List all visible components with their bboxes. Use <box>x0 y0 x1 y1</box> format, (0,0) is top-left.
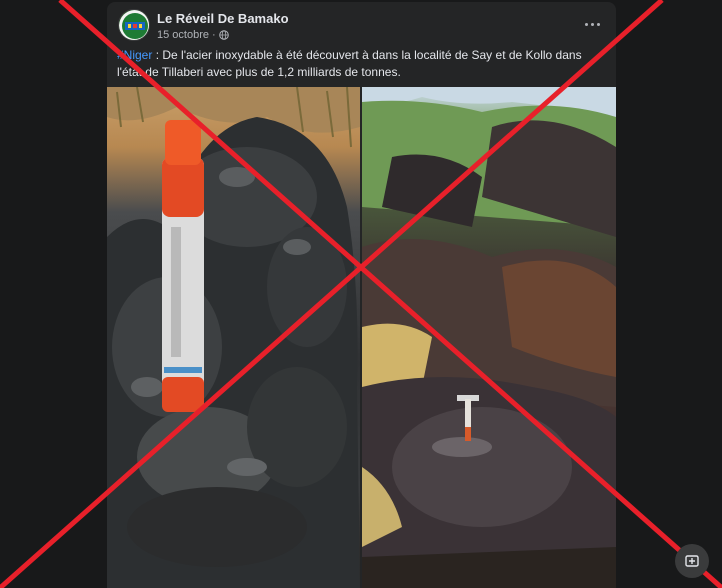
post-meta: 15 octobre · <box>157 29 229 41</box>
page-logo-icon <box>119 10 149 40</box>
post-header: Le Réveil De Bamako 15 octobre · <box>107 2 616 46</box>
rock-photo-graphic <box>107 87 360 588</box>
screenshot-button[interactable] <box>675 544 709 578</box>
globe-icon[interactable] <box>218 30 229 40</box>
meta-separator: · <box>211 29 216 41</box>
more-options-button[interactable] <box>580 16 604 32</box>
more-dot-icon <box>584 22 588 26</box>
post-caption: #Niger : De l'acier inoxydable à été déc… <box>117 47 605 81</box>
facebook-post: Le Réveil De Bamako 15 octobre · #Niger … <box>107 2 616 588</box>
photo-right[interactable] <box>362 87 616 588</box>
hashtag-link[interactable]: #Niger <box>117 48 152 62</box>
caption-text: : De l'acier inoxydable à été découvert … <box>117 48 582 79</box>
outcrop-photo-graphic <box>362 87 616 588</box>
page-name[interactable]: Le Réveil De Bamako <box>157 11 289 26</box>
more-dot-icon <box>596 22 600 26</box>
photo-left[interactable] <box>107 87 360 588</box>
more-dot-icon <box>590 22 594 26</box>
post-date[interactable]: 15 octobre <box>157 29 209 41</box>
screenshot-icon <box>685 555 699 567</box>
page-avatar[interactable] <box>118 9 150 41</box>
